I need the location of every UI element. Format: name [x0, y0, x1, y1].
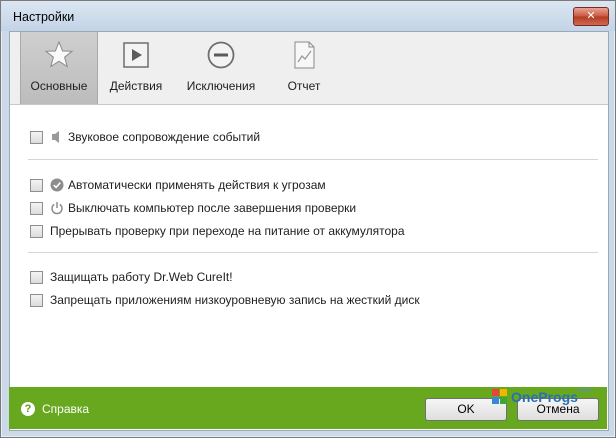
watermark-suffix: .com	[576, 387, 592, 394]
minus-circle-icon	[207, 41, 235, 69]
auto-apply-actions-checkbox[interactable]	[30, 179, 43, 192]
tab-report[interactable]: Отчет	[272, 32, 336, 104]
report-chart-icon	[294, 41, 315, 69]
protect-cureit-label: Защищать работу Dr.Web CureIt!	[50, 270, 233, 284]
option-protect-cureit[interactable]: Защищать работу Dr.Web CureIt!	[30, 270, 233, 286]
option-sound-events[interactable]: Звуковое сопровождение событий	[30, 130, 290, 146]
option-shutdown-after-scan[interactable]: Выключать компьютер после завершения про…	[30, 201, 370, 217]
settings-tabs: Основные Действия Исключения Отчет	[10, 32, 608, 105]
help-icon[interactable]: ?	[21, 402, 35, 416]
check-circle-icon	[50, 178, 64, 192]
stop-on-battery-label: Прерывать проверку при переходе на питан…	[50, 224, 405, 238]
block-low-level-write-checkbox[interactable]	[30, 294, 43, 307]
tab-actions[interactable]: Действия	[102, 32, 170, 104]
window-title: Настройки	[13, 10, 75, 24]
divider	[28, 252, 598, 253]
tab-report-label: Отчет	[287, 79, 321, 93]
watermark-text: OneProgs	[511, 389, 578, 405]
help-link[interactable]: Справка	[42, 402, 89, 416]
watermark-logo: OneProgs .com	[492, 387, 592, 407]
shutdown-after-scan-checkbox[interactable]	[30, 202, 43, 215]
block-low-level-write-label: Запрещать приложениям низкоуровневую зап…	[50, 293, 420, 307]
tab-main[interactable]: Основные	[20, 32, 98, 104]
option-stop-on-battery[interactable]: Прерывать проверку при переходе на питан…	[30, 224, 410, 240]
tab-actions-label: Действия	[109, 79, 163, 93]
sound-events-checkbox[interactable]	[30, 131, 43, 144]
tab-exclusions-label: Исключения	[186, 79, 256, 93]
title-bar: Настройки ✕	[1, 1, 615, 31]
tab-exclusions[interactable]: Исключения	[180, 32, 262, 104]
shutdown-after-scan-label: Выключать компьютер после завершения про…	[68, 201, 357, 215]
option-block-low-level-write[interactable]: Запрещать приложениям низкоуровневую зап…	[30, 293, 420, 309]
auto-apply-actions-label: Автоматически применять действия к угроз…	[68, 178, 326, 192]
star-icon	[44, 40, 74, 68]
protect-cureit-checkbox[interactable]	[30, 271, 43, 284]
settings-window: Настройки ✕ Основные Действия Исключения…	[0, 0, 616, 438]
stop-on-battery-checkbox[interactable]	[30, 225, 43, 238]
power-icon	[51, 202, 63, 215]
option-auto-apply-actions[interactable]: Автоматически применять действия к угроз…	[30, 178, 350, 194]
speaker-icon	[52, 131, 59, 143]
close-button[interactable]: ✕	[573, 7, 609, 26]
play-icon	[123, 42, 149, 68]
divider	[28, 159, 598, 160]
tab-main-label: Основные	[30, 79, 88, 93]
settings-panel: Основные Действия Исключения Отчет Звуко…	[9, 31, 609, 431]
sound-events-label: Звуковое сопровождение событий	[68, 130, 261, 144]
